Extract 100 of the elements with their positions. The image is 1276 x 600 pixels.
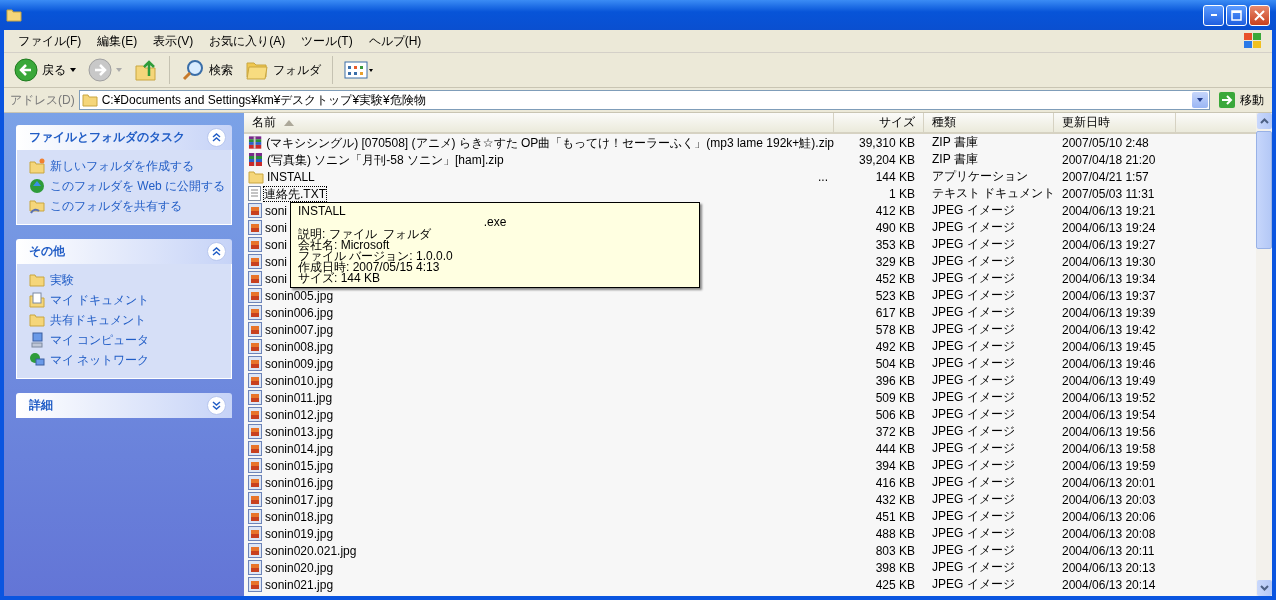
task-link[interactable]: 新しいフォルダを作成する [29,158,231,174]
tooltip-line: 説明: ファイル フォルダ [298,229,433,240]
image-file-icon [248,475,262,490]
file-name[interactable]: soni [265,203,287,218]
image-file-icon [248,305,262,320]
file-size: 578 KB [874,322,916,337]
column-header[interactable]: サイズ [834,113,924,132]
file-size: 506 KB [874,407,916,422]
task-link[interactable]: このフォルダを共有する [29,198,231,214]
modified-date: 2004/06/13 19:45 [1061,339,1157,354]
shared-folder-icon [29,198,45,214]
file-size: 329 KB [874,254,916,269]
dropdown-button[interactable] [1192,92,1208,108]
collapse-button[interactable] [207,242,226,261]
maximize-button[interactable] [1226,4,1247,26]
go-button[interactable]: 移動 [1214,91,1268,109]
file-name[interactable]: sonin017.jpg [265,492,334,507]
folder-icon [248,169,264,184]
file-name[interactable]: soni [265,237,287,252]
search-icon [181,58,205,82]
file-name[interactable]: sonin013.jpg [265,424,334,439]
file-name[interactable]: INSTALL [267,169,315,184]
file-name[interactable]: 連絡先.TXT [264,186,326,201]
file-name[interactable]: sonin010.jpg [265,373,334,388]
file-type: アプリケーション [931,168,1029,185]
file-type: JPEG イメージ [931,406,1016,423]
task-link[interactable]: マイ ネットワーク [29,352,231,368]
scrollbar-thumb[interactable] [1256,131,1272,249]
scroll-down-icon [1259,585,1269,591]
task-link[interactable]: マイ ドキュメント [29,292,231,308]
file-name[interactable]: sonin015.jpg [265,458,334,473]
globe-icon [29,178,45,194]
file-size: 432 KB [874,492,916,507]
task-link[interactable]: マイ コンピュータ [29,332,231,348]
file-name[interactable]: sonin020.021.jpg [265,543,357,558]
menu-item[interactable]: お気に入り(A) [201,32,294,50]
file-size: 398 KB [874,560,916,575]
file-name[interactable]: soni [265,254,287,269]
folders-icon [245,59,269,81]
file-type: ZIP 書庫 [931,151,979,168]
file-name[interactable]: (写真集) ソニン「月刊-58 ソニン」[ham].zip [267,152,504,167]
text-file-icon [248,186,261,201]
search-button[interactable]: 検索 [177,56,237,84]
column-header[interactable]: 名前 [244,113,834,132]
modified-date: 2004/06/13 20:03 [1061,492,1157,507]
modified-date: 2004/06/13 19:46 [1061,356,1157,371]
modified-date: 2004/06/13 19:49 [1061,373,1157,388]
file-size: 803 KB [874,543,916,558]
file-size: 416 KB [874,475,916,490]
folders-button[interactable]: フォルダ [241,57,325,83]
file-size: 492 KB [874,339,916,354]
file-name[interactable]: sonin006.jpg [265,305,334,320]
scrollbar[interactable] [1256,113,1272,596]
file-size: 1 KB [888,186,916,201]
collapse-button[interactable] [207,128,226,147]
file-size: 39,204 KB [857,152,916,167]
folder-icon [29,313,45,327]
file-name[interactable]: sonin005.jpg [265,288,334,303]
back-button[interactable]: 戻る [10,56,80,84]
image-file-icon [248,220,262,235]
file-type: JPEG イメージ [931,236,1016,253]
file-name[interactable]: sonin014.jpg [265,441,334,456]
archive-icon [248,134,264,151]
modified-date: 2004/06/13 19:37 [1061,288,1157,303]
file-type: JPEG イメージ [931,355,1016,372]
menu-item[interactable]: ファイル(F) [10,32,90,50]
menu-item[interactable]: ヘルプ(H) [360,32,430,50]
image-file-icon [248,424,262,439]
chevron-up-icon [212,247,221,256]
address-field[interactable]: C:¥Documents and Settings¥km¥デスクトップ¥実験¥危険物 [78,90,1210,110]
file-name[interactable]: sonin016.jpg [265,475,334,490]
modified-date: 2004/06/13 19:58 [1061,441,1157,456]
menu-item[interactable]: 表示(V) [145,32,202,50]
column-header[interactable]: 種類 [924,113,1054,132]
expand-button[interactable] [207,396,226,415]
menu-item[interactable]: 編集(E) [89,32,146,50]
image-file-icon [248,407,262,422]
file-name[interactable]: sonin007.jpg [265,322,334,337]
file-name[interactable]: sonin021.jpg [265,577,334,592]
file-name[interactable]: (マキシシングル) [070508] (アニメ) らき☆すた OP曲「もってけ！セーラーふく」(mp3 lame 192k+鮭).zip [266,135,834,150]
task-link[interactable]: 実験 [29,272,231,288]
task-link[interactable]: このフォルダを Web に公開する [29,178,231,194]
file-name[interactable]: sonin018.jpg [265,509,334,524]
file-name[interactable]: sonin008.jpg [265,339,334,354]
file-type: JPEG イメージ [931,338,1016,355]
task-link[interactable]: 共有ドキュメント [29,312,231,328]
file-name[interactable]: soni [265,220,287,235]
minimize-button[interactable] [1203,4,1224,26]
image-file-icon [248,390,262,405]
file-name[interactable]: sonin009.jpg [265,356,334,371]
file-name[interactable]: sonin012.jpg [265,407,334,422]
close-button[interactable] [1249,4,1270,26]
file-name[interactable]: sonin011.jpg [265,390,333,405]
menu-item[interactable]: ツール(T) [293,32,361,50]
file-type: JPEG イメージ [931,253,1016,270]
file-name[interactable]: soni [265,271,287,286]
file-name[interactable]: sonin020.jpg [265,560,334,575]
file-type: JPEG イメージ [931,423,1016,440]
column-header[interactable]: 更新日時 [1054,113,1176,132]
file-name[interactable]: sonin019.jpg [265,526,334,541]
